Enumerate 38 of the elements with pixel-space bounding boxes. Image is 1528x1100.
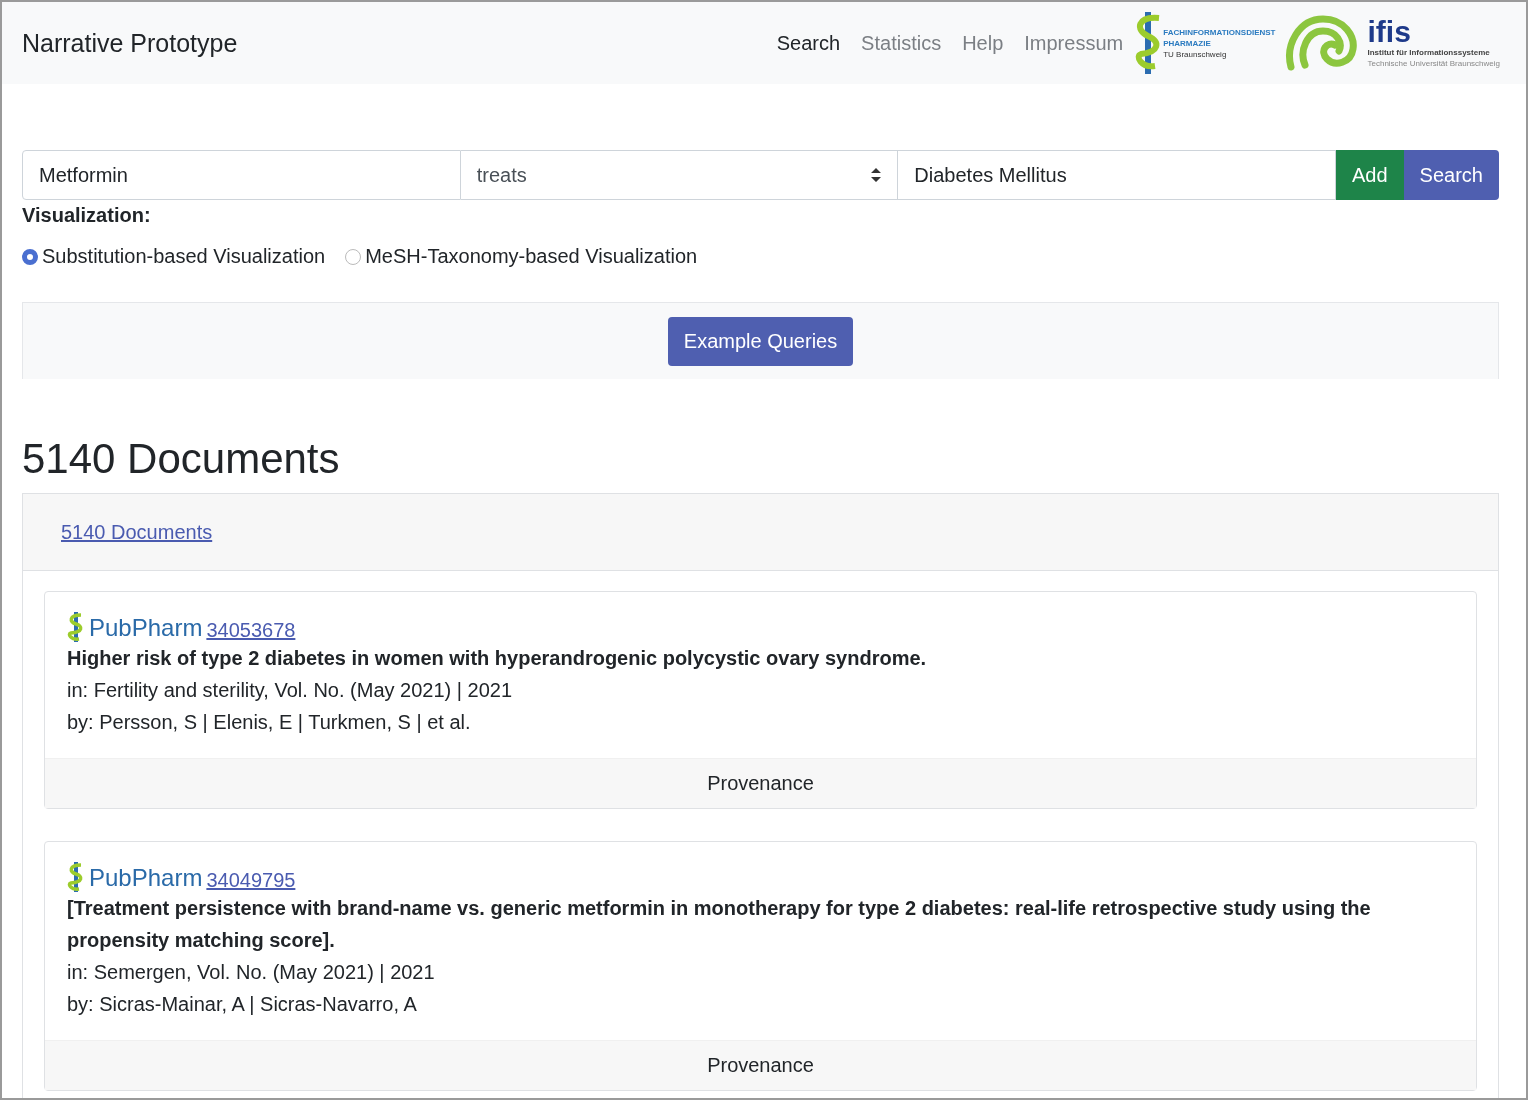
results-heading: 5140 Documents: [22, 435, 341, 483]
logo-text: PHARMAZIE: [1163, 37, 1212, 49]
nav-link[interactable]: Search: [776, 31, 841, 55]
logo-text: TU Braunschweig: [1163, 48, 1228, 60]
add-button[interactable]: Add: [1336, 150, 1404, 200]
ifis-logo-text: ifis: [1367, 17, 1412, 47]
search-button[interactable]: Search: [1403, 150, 1499, 200]
logo-text: FACHINFORMATIONSDIENST: [1163, 26, 1276, 38]
caduceus-icon: [67, 862, 85, 892]
spiral-icon: [1285, 15, 1360, 71]
document-id-link[interactable]: 34049795: [206, 869, 296, 892]
document-authors: by: Persson, S | Elenis, E | Turkmen, S | et al.: [67, 710, 472, 735]
nav-link[interactable]: Help: [962, 31, 1004, 55]
nav-link[interactable]: Impressum: [1024, 31, 1124, 55]
provenance-button[interactable]: Provenance: [45, 1040, 1476, 1090]
predicate-select[interactable]: treats: [460, 150, 898, 200]
document-journal: in: Semergen, Vol. No. (May 2021) | 2021: [67, 960, 436, 985]
logo-text: Institut für Informationssysteme: [1367, 47, 1491, 58]
logo-text: Technische Universität Braunschweig: [1367, 58, 1500, 69]
visualization-radio[interactable]: Substitution-based Visualization: [22, 245, 326, 268]
document-id-link[interactable]: 34053678: [206, 619, 296, 642]
example-queries-button[interactable]: Example Queries: [667, 316, 854, 366]
provenance-button[interactable]: Provenance: [45, 758, 1476, 808]
object-field[interactable]: Diabetes Mellitus: [897, 150, 1336, 200]
visualization-radio[interactable]: MeSH-Taxonomy-based Visualization: [345, 245, 698, 268]
brand-title[interactable]: Narrative Prototype: [22, 28, 756, 58]
sort-caret-icon: [871, 168, 882, 182]
source-logo-text: PubPharm: [89, 614, 203, 642]
document-authors: by: Sicras-Mainar, A | Sicras-Navarro, A: [67, 992, 418, 1017]
documents-tab-link[interactable]: 5140 Documents: [61, 520, 213, 544]
caduceus-icon: [67, 612, 85, 642]
document-title: [Treatment persistence with brand-name vs. generic metformin in monotherapy for type 2 diabetes: real-life retrospective study using the propensity matching score].: [67, 896, 1372, 953]
nav-link[interactable]: Statistics: [861, 31, 942, 55]
visualization-label: Visualization:: [22, 204, 152, 227]
subject-field[interactable]: Metformin: [22, 150, 461, 200]
source-logo-text: PubPharm: [89, 864, 203, 892]
document-title: Higher risk of type 2 diabetes in women with hyperandrogenic polycystic ovary syndrome.: [67, 646, 928, 671]
document-journal: in: Fertility and sterility, Vol. No. (May 2021) | 2021: [67, 678, 513, 703]
